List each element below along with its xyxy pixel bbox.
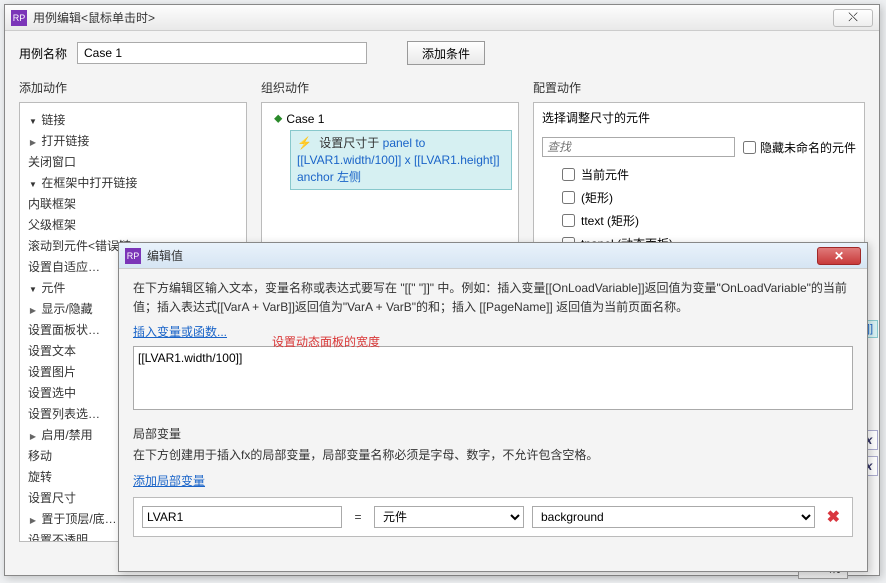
main-title: 用例编辑<鼠标单击时> [33,9,833,26]
edit-close-button[interactable]: ✕ [817,247,861,265]
local-var-title: 局部变量 [133,425,853,442]
case-name-input[interactable] [77,42,367,64]
local-var-row: = 元件 background ✖ [133,497,853,537]
edit-body: 在下方编辑区输入文本，变量名称或表达式要写在 "[[" "]]" 中。例如：插入… [119,269,867,547]
organize-case-name: Case 1 [286,112,324,126]
organize-action-item[interactable]: ⚡ 设置尺寸于 panel to [[LVAR1.width/100]] x [… [290,130,512,190]
case-name-label: 用例名称 [19,45,67,62]
tree-links[interactable]: 链接 [24,109,242,130]
main-close-button[interactable]: ⤬ [833,9,873,27]
organize-action-label: 设置尺寸于 [319,136,379,150]
hide-unnamed-box[interactable] [743,141,756,154]
tree-open-in-frame[interactable]: 在框架中打开链接 [24,172,242,193]
tree-parent-frame[interactable]: 父级框架 [24,214,242,235]
configure-heading: 选择调整尺寸的元件 [534,103,864,133]
cfg-item-current[interactable]: 当前元件 [562,163,856,186]
hide-unnamed-checkbox[interactable]: 隐藏未命名的元件 [743,139,856,156]
tree-inner-frame[interactable]: 内联框架 [24,193,242,214]
cfg-item-rect[interactable]: (矩形) [562,186,856,209]
main-titlebar: RP 用例编辑<鼠标单击时> ⤬ [5,5,879,31]
edit-value-dialog: RP 编辑值 ✕ 在下方编辑区输入文本，变量名称或表达式要写在 "[[" "]]… [118,242,868,572]
local-var-help: 在下方创建用于插入fx的局部变量，局部变量名称必须是字母、数字，不允许包含空格。 [133,446,853,465]
hide-unnamed-label: 隐藏未命名的元件 [760,139,856,156]
insert-variable-link[interactable]: 插入变量或函数... [133,325,227,339]
add-action-label: 添加动作 [19,79,247,96]
configure-label: 配置动作 [533,79,865,96]
local-var-target-select[interactable]: background [532,506,815,528]
add-condition-button[interactable]: 添加条件 [407,41,485,65]
edit-title: 编辑值 [147,247,817,264]
equals-label: = [350,510,366,524]
edit-help-text: 在下方编辑区输入文本，变量名称或表达式要写在 "[[" "]]" 中。例如：插入… [133,279,853,317]
app-icon: RP [11,10,27,26]
bolt-icon: ⚡ [297,136,312,150]
tree-open-link[interactable]: 打开链接 [24,130,242,151]
organize-case-node[interactable]: ⬥ Case 1 [268,109,512,128]
configure-search-row: 隐藏未命名的元件 [534,133,864,161]
cfg-item-ttext[interactable]: ttext (矩形) [562,209,856,232]
edit-app-icon: RP [125,248,141,264]
edit-titlebar: RP 编辑值 ✕ [119,243,867,269]
local-var-type-select[interactable]: 元件 [374,506,524,528]
add-local-var-link[interactable]: 添加局部变量 [133,474,205,488]
case-name-row: 用例名称 添加条件 [19,41,865,65]
expression-textarea[interactable]: [[LVAR1.width/100]] [133,346,853,410]
delete-var-button[interactable]: ✖ [823,507,844,527]
tree-close-window[interactable]: 关闭窗口 [24,151,242,172]
organize-label: 组织动作 [261,79,519,96]
local-var-name-input[interactable] [142,506,342,528]
configure-search-input[interactable] [542,137,735,157]
